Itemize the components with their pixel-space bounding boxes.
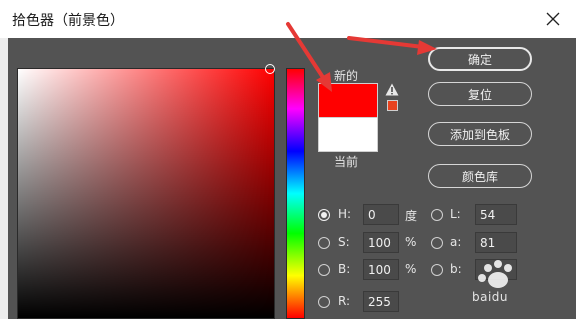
brightness-label: B: (338, 262, 351, 276)
watermark-text: baidu (472, 290, 509, 304)
saturation-radio[interactable] (318, 237, 330, 249)
add-to-swatches-button[interactable]: 添加到色板 (428, 122, 532, 146)
out-of-gamut-warning-icon[interactable] (385, 83, 399, 96)
dialog-left-border (0, 38, 8, 319)
new-color-label: 新的 (334, 69, 359, 83)
title-bar: 拾色器（前景色） (0, 0, 576, 39)
gamut-correction-swatch[interactable] (387, 100, 398, 111)
saturation-row: S: 100 % (318, 232, 428, 254)
red-row: R: 255 (318, 291, 428, 313)
new-color-swatch (318, 83, 378, 118)
lab-l-row: L: 54 (431, 204, 521, 226)
hue-row: H: 0 度 (318, 204, 428, 226)
red-label: R: (338, 294, 351, 308)
color-picker-marker[interactable] (265, 64, 275, 74)
current-color-swatch[interactable] (318, 117, 378, 152)
lab-a-input[interactable]: 81 (475, 232, 517, 253)
brightness-input[interactable]: 100 (363, 259, 399, 280)
hue-radio[interactable] (318, 209, 330, 221)
saturation-input[interactable]: 100 (363, 232, 399, 253)
hue-input[interactable]: 0 (363, 204, 399, 225)
reset-button[interactable]: 复位 (428, 82, 532, 106)
lab-a-radio[interactable] (431, 237, 443, 249)
lab-b-label: b: (450, 262, 462, 276)
saturation-label: S: (338, 235, 350, 249)
red-input[interactable]: 255 (363, 291, 399, 312)
red-radio[interactable] (318, 296, 330, 308)
saturation-unit: % (405, 235, 417, 249)
lab-l-radio[interactable] (431, 209, 443, 221)
close-button[interactable] (538, 4, 568, 34)
hue-slider[interactable] (286, 68, 305, 319)
hue-label: H: (338, 207, 352, 221)
lab-l-input[interactable]: 54 (475, 204, 517, 225)
lab-b-radio[interactable] (431, 264, 443, 276)
brightness-unit: % (405, 262, 417, 276)
current-color-label: 当前 (334, 155, 359, 169)
lab-a-row: a: 81 (431, 232, 521, 254)
window-title: 拾色器（前景色） (12, 13, 124, 29)
saturation-brightness-field[interactable] (17, 68, 275, 319)
brightness-radio[interactable] (318, 264, 330, 276)
close-icon (546, 12, 560, 26)
brightness-row: B: 100 % (318, 259, 428, 281)
lab-l-label: L: (450, 207, 461, 221)
ok-button[interactable]: 确定 (428, 47, 532, 71)
color-libraries-button[interactable]: 颜色库 (428, 164, 532, 188)
lab-a-label: a: (450, 235, 462, 249)
hue-unit: 度 (405, 209, 418, 223)
